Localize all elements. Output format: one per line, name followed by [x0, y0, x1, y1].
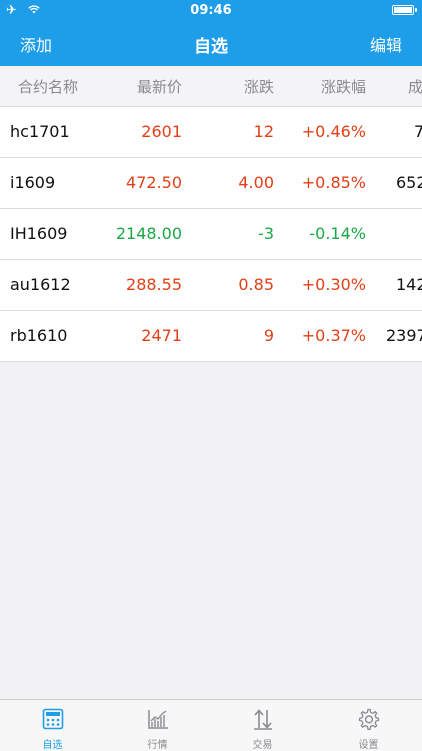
tab-settings[interactable]: 设置	[316, 700, 421, 751]
change-percent: +0.30%	[301, 275, 366, 294]
tab-bar: 自选 行情 交易 设置	[0, 699, 422, 751]
column-header-change-percent[interactable]: 涨跌幅	[321, 76, 366, 97]
tab-label: 设置	[358, 740, 379, 751]
tab-trade[interactable]: 交易	[210, 700, 315, 751]
chart-icon	[147, 710, 168, 729]
price-change: 9	[263, 326, 274, 345]
volume-value: 7	[414, 122, 422, 141]
price-change: 0.85	[238, 275, 274, 294]
table-row[interactable]: rb1610 2471 9 +0.37% 2397	[0, 311, 422, 362]
latest-price: 2601	[141, 122, 182, 141]
sort-arrows-icon	[253, 709, 272, 730]
nav-bar: 添加 自选 编辑	[0, 22, 422, 66]
volume-value: 2397	[386, 326, 422, 345]
edit-button[interactable]: 编辑	[370, 32, 402, 56]
latest-price: 472.50	[126, 173, 182, 192]
tab-label: 交易	[252, 740, 273, 751]
column-header-name[interactable]: 合约名称	[18, 76, 78, 97]
gear-icon	[358, 708, 379, 730]
change-percent: -0.14%	[309, 224, 366, 243]
top-bar: ✈ 09:46 添加 自选 编辑	[0, 0, 422, 66]
price-change: 4.00	[238, 173, 274, 192]
contract-name: rb1610	[10, 326, 68, 345]
tab-market[interactable]: 行情	[105, 700, 210, 751]
latest-price: 2471	[141, 326, 182, 345]
battery-icon	[392, 5, 417, 15]
change-percent: +0.37%	[301, 326, 366, 345]
price-change: 12	[253, 122, 274, 141]
table-row[interactable]: au1612 288.55 0.85 +0.30% 142	[0, 260, 422, 311]
table-row[interactable]: IH1609 2148.00 -3 -0.14%	[0, 209, 422, 260]
change-percent: +0.46%	[301, 122, 366, 141]
table-row[interactable]: hc1701 2601 12 +0.46% 7	[0, 107, 422, 158]
status-time: 09:46	[190, 3, 232, 18]
column-header-change[interactable]: 涨跌	[244, 76, 274, 97]
column-header-volume[interactable]: 成	[408, 76, 422, 97]
volume-value: 652	[396, 173, 422, 192]
volume-value: 142	[396, 275, 422, 294]
contract-name: i1609	[10, 173, 56, 192]
table-row[interactable]: i1609 472.50 4.00 +0.85% 652	[0, 158, 422, 209]
status-bar: ✈ 09:46	[0, 0, 422, 22]
page-title: 自选	[194, 37, 228, 57]
tab-label: 自选	[42, 740, 63, 751]
latest-price: 288.55	[126, 275, 182, 294]
price-change: -3	[258, 224, 274, 243]
contract-name: au1612	[10, 275, 71, 294]
column-header-price[interactable]: 最新价	[137, 76, 182, 97]
change-percent: +0.85%	[301, 173, 366, 192]
column-header: 合约名称 最新价 涨跌 涨跌幅 成	[0, 66, 422, 107]
tab-watchlist[interactable]: 自选	[0, 700, 105, 751]
latest-price: 2148.00	[115, 224, 182, 243]
contract-name: hc1701	[10, 122, 70, 141]
calculator-grid-icon	[42, 708, 63, 730]
contract-name: IH1609	[10, 224, 68, 243]
tab-label: 行情	[147, 740, 168, 751]
watchlist: hc1701 2601 12 +0.46% 7 i1609 472.50 4.0…	[0, 107, 422, 362]
